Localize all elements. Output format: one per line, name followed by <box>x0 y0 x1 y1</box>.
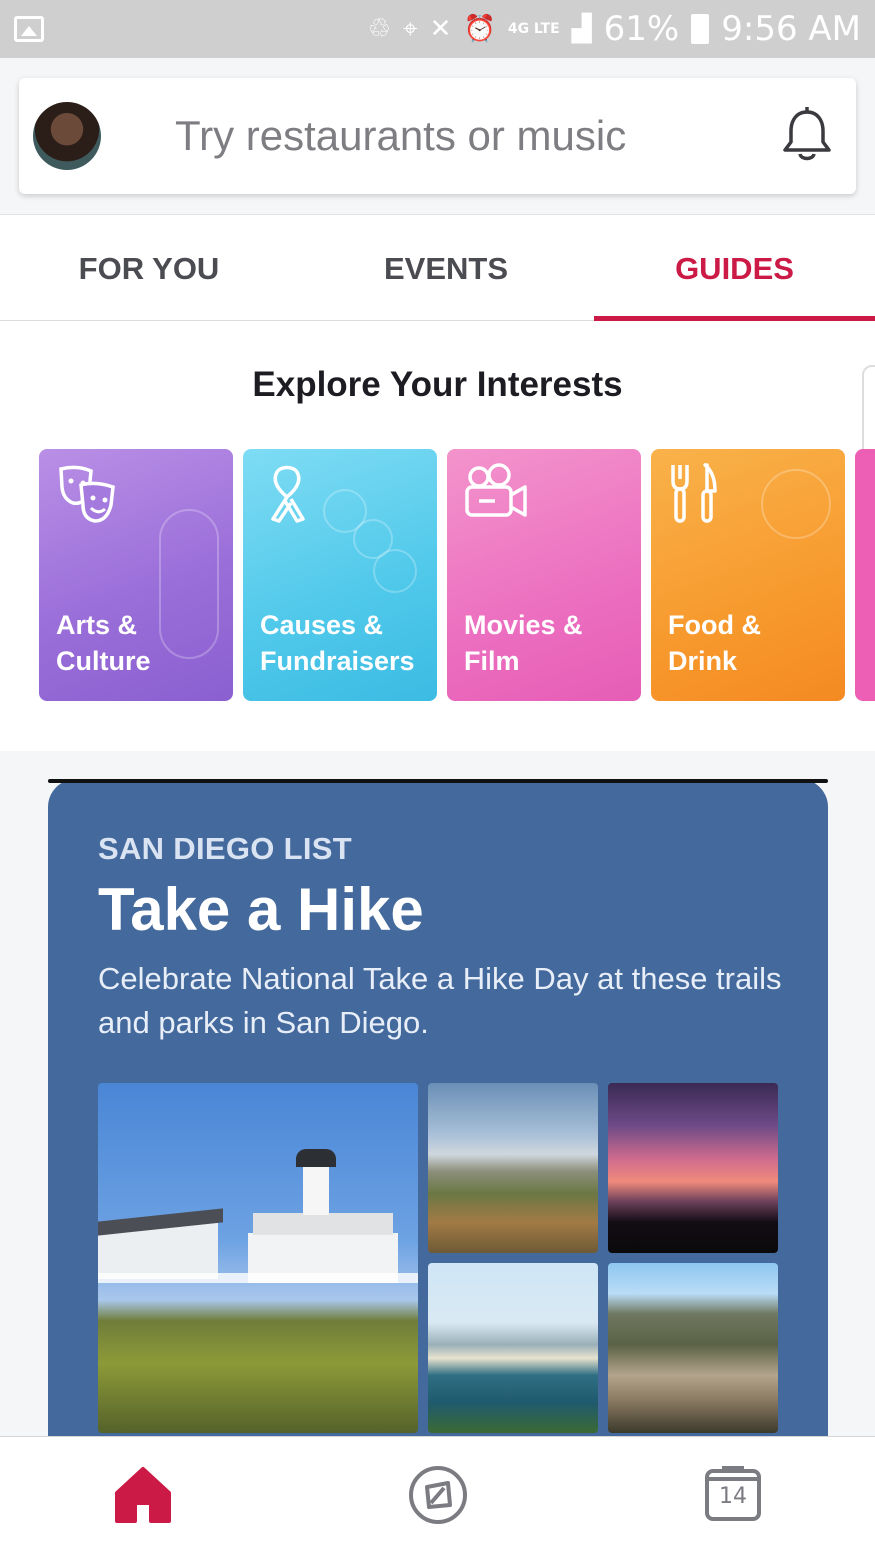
category-label: Arts & Culture <box>56 610 151 676</box>
avatar[interactable] <box>33 102 101 170</box>
category-causes-fundraisers[interactable]: Causes & Fundraisers <box>243 449 437 701</box>
alarm-icon: ⏰ <box>463 14 496 44</box>
section-title: Explore Your Interests <box>252 365 623 404</box>
tab-events[interactable]: EVENTS <box>298 215 594 322</box>
battery-percent: 61% <box>603 9 680 49</box>
category-movies-film[interactable]: Movies & Film <box>447 449 641 701</box>
tab-for-you[interactable]: FOR YOU <box>0 215 298 322</box>
search-header: Try restaurants or music <box>0 58 875 214</box>
gallery-icon <box>14 16 44 42</box>
bottom-navigation: 14 <box>0 1436 875 1556</box>
recycle-icon: ♲ <box>367 14 392 44</box>
video-camera-icon <box>465 463 527 517</box>
battery-icon <box>691 14 710 44</box>
guides-list: SAN DIEGO LIST Take a Hike Celebrate Nat… <box>0 751 875 1436</box>
network-icon: 4G LTE <box>507 21 560 37</box>
mountain-photo[interactable] <box>428 1083 598 1253</box>
category-arts-culture[interactable]: Arts & Culture <box>39 449 233 701</box>
signal-icon: ▟ <box>571 14 592 44</box>
mute-icon: ✕ <box>429 14 452 44</box>
trail-photo[interactable] <box>608 1263 778 1433</box>
compass-icon[interactable] <box>406 1463 470 1527</box>
ribbon-icon <box>271 465 305 523</box>
category-label: Food & Drink <box>668 610 761 676</box>
status-bar: ♲ ⌖ ✕ ⏰ 4G LTE ▟ 61% 9:56 AM <box>0 0 875 58</box>
home-icon[interactable] <box>111 1463 175 1527</box>
explore-section: Explore Your Interests Arts & Culture Ca… <box>0 321 875 751</box>
search-input[interactable]: Try restaurants or music <box>175 112 626 160</box>
bay-photo[interactable] <box>428 1263 598 1433</box>
guide-description: Celebrate National Take a Hike Day at th… <box>98 961 782 1040</box>
status-icons: ♲ ⌖ ✕ ⏰ 4G LTE ▟ 61% 9:56 AM <box>368 9 861 49</box>
theater-masks-icon <box>59 465 115 523</box>
fork-knife-icon <box>671 463 717 523</box>
bell-icon[interactable] <box>780 106 834 166</box>
tab-bar: FOR YOU EVENTS GUIDES <box>0 214 875 321</box>
category-next-partial[interactable] <box>855 449 875 701</box>
category-label: Movies & Film <box>464 610 583 676</box>
calendar-icon[interactable]: 14 <box>704 1463 768 1527</box>
tab-guides[interactable]: GUIDES <box>594 215 875 322</box>
search-bar[interactable]: Try restaurants or music <box>19 78 856 194</box>
category-label: Causes & Fundraisers <box>260 610 415 676</box>
category-food-drink[interactable]: Food & Drink <box>651 449 845 701</box>
location-icon: ⌖ <box>403 13 418 44</box>
guide-title: Take a Hike <box>98 876 424 943</box>
sunset-photo[interactable] <box>608 1083 778 1253</box>
guide-card[interactable]: SAN DIEGO LIST Take a Hike Celebrate Nat… <box>48 779 828 1436</box>
guide-kicker: SAN DIEGO LIST <box>98 831 352 866</box>
clock: 9:56 AM <box>721 9 861 49</box>
calendar-date: 14 <box>719 1484 747 1509</box>
lighthouse-photo[interactable] <box>98 1083 418 1433</box>
